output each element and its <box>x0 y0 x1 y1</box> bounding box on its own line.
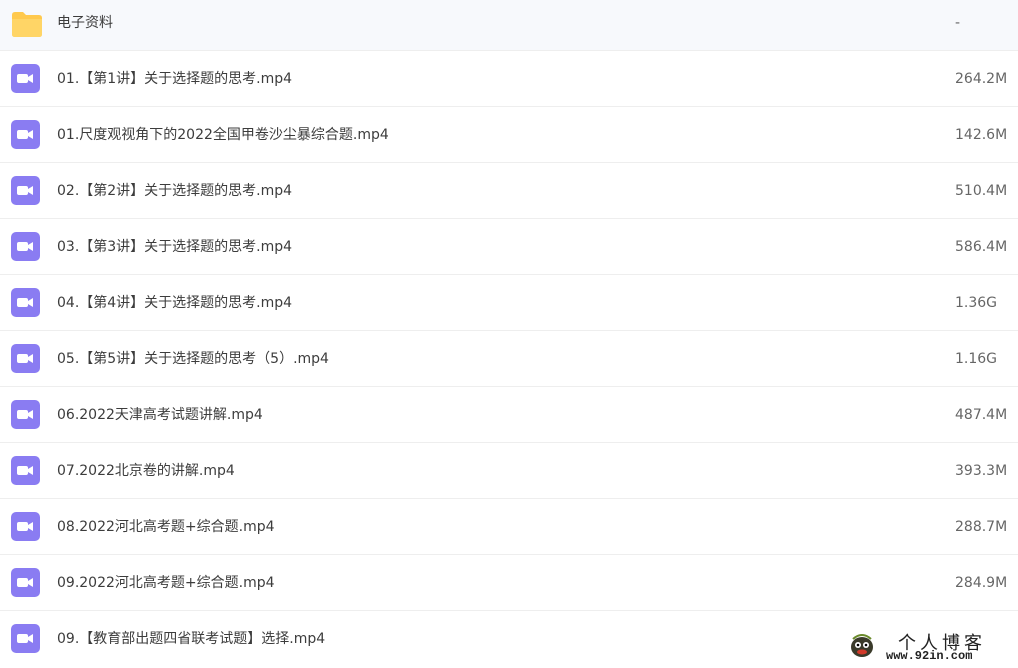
video-icon <box>11 624 40 653</box>
file-size: 510.4M <box>955 183 1008 199</box>
video-icon <box>11 120 40 149</box>
file-size: 142.6M <box>955 127 1008 143</box>
file-name: 03.【第3讲】关于选择题的思考.mp4 <box>57 239 293 255</box>
file-row-video[interactable]: 05.【第5讲】关于选择题的思考（5）.mp4 1.16G <box>0 331 1018 387</box>
file-name: 06.2022天津高考试题讲解.mp4 <box>57 407 263 423</box>
file-size: 487.4M <box>955 407 1008 423</box>
file-name: 09.2022河北高考题+综合题.mp4 <box>57 575 275 591</box>
video-icon <box>11 568 40 597</box>
file-size: 1.16G <box>955 351 998 367</box>
file-size: 264.2M <box>955 71 1008 87</box>
file-name: 电子资料 <box>57 15 113 31</box>
file-row-video[interactable]: 09.2022河北高考题+综合题.mp4 284.9M <box>0 555 1018 611</box>
file-size: - <box>955 15 961 31</box>
file-row-video[interactable]: 04.【第4讲】关于选择题的思考.mp4 1.36G <box>0 275 1018 331</box>
file-name: 04.【第4讲】关于选择题的思考.mp4 <box>57 295 293 311</box>
file-name: 07.2022北京卷的讲解.mp4 <box>57 463 235 479</box>
file-row-video[interactable]: 07.2022北京卷的讲解.mp4 393.3M <box>0 443 1018 499</box>
file-list: 电子资料 - 01.【第1讲】关于选择题的思考.mp4 264.2M 01.尺度… <box>0 0 1018 668</box>
file-row-video[interactable]: 03.【第3讲】关于选择题的思考.mp4 586.4M <box>0 219 1018 275</box>
video-icon <box>11 176 40 205</box>
file-name: 01.尺度观视角下的2022全国甲卷沙尘暴综合题.mp4 <box>57 127 389 143</box>
file-row-video[interactable]: 02.【第2讲】关于选择题的思考.mp4 510.4M <box>0 163 1018 219</box>
video-icon <box>11 344 40 373</box>
video-icon <box>11 64 40 93</box>
file-name: 05.【第5讲】关于选择题的思考（5）.mp4 <box>57 351 329 367</box>
file-name: 09.【教育部出题四省联考试题】选择.mp4 <box>57 631 326 647</box>
file-row-folder[interactable]: 电子资料 - <box>0 0 1018 51</box>
video-icon <box>11 232 40 261</box>
file-row-video[interactable]: 08.2022河北高考题+综合题.mp4 288.7M <box>0 499 1018 555</box>
file-name: 08.2022河北高考题+综合题.mp4 <box>57 519 275 535</box>
file-size: 1.36G <box>955 295 998 311</box>
file-row-video[interactable]: 01.【第1讲】关于选择题的思考.mp4 264.2M <box>0 51 1018 107</box>
file-row-video[interactable]: 01.尺度观视角下的2022全国甲卷沙尘暴综合题.mp4 142.6M <box>0 107 1018 163</box>
watermark: 个人博客 www.92in.com <box>848 627 1013 665</box>
file-row-video[interactable]: 06.2022天津高考试题讲解.mp4 487.4M <box>0 387 1018 443</box>
file-size: 284.9M <box>955 575 1008 591</box>
mascot-logo <box>848 633 876 659</box>
watermark-url: www.92in.com <box>886 649 973 663</box>
file-name: 01.【第1讲】关于选择题的思考.mp4 <box>57 71 293 87</box>
video-icon <box>11 512 40 541</box>
video-icon <box>11 456 40 485</box>
file-size: 393.3M <box>955 463 1008 479</box>
video-icon <box>11 288 40 317</box>
file-size: 288.7M <box>955 519 1008 535</box>
folder-icon <box>11 10 42 39</box>
file-name: 02.【第2讲】关于选择题的思考.mp4 <box>57 183 293 199</box>
video-icon <box>11 400 40 429</box>
file-size: 586.4M <box>955 239 1008 255</box>
